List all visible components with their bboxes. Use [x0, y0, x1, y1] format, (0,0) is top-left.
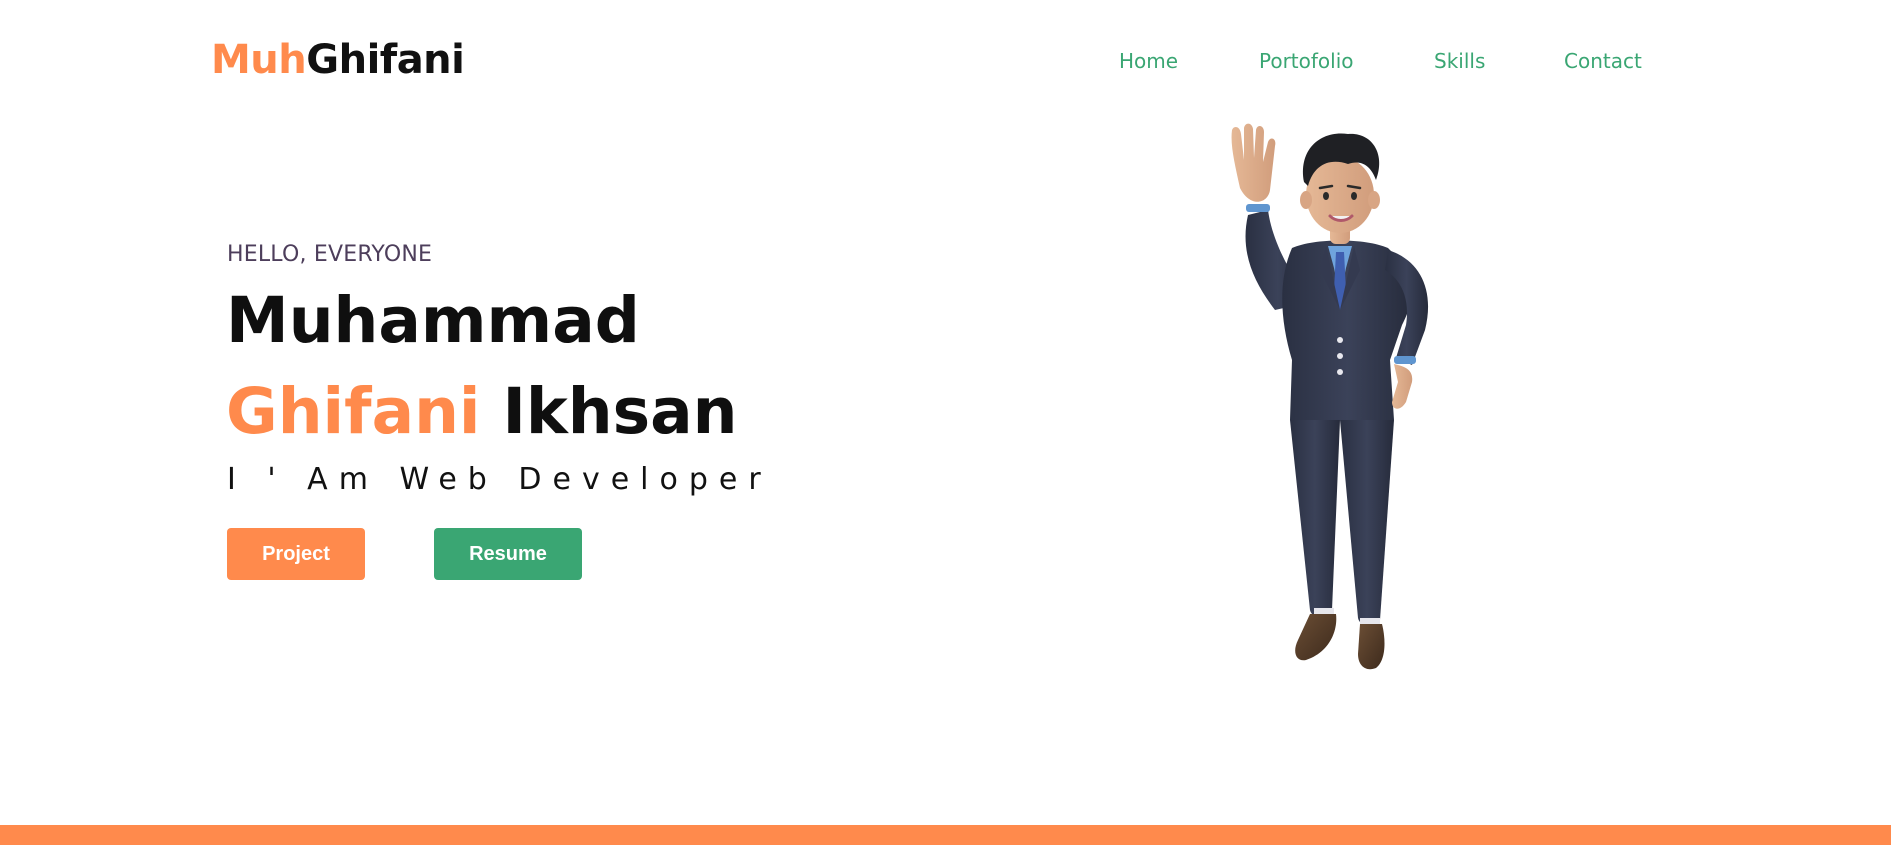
hero-greeting: HELLO, EVERYONE: [227, 242, 433, 267]
waving-businessman-illustration: [1231, 123, 1429, 670]
resume-button[interactable]: Resume: [434, 528, 582, 580]
nav-skills-link[interactable]: Skills: [1434, 46, 1485, 76]
nav-portofolio-link[interactable]: Portofolio: [1259, 46, 1354, 76]
hero-name-rest: Ikhsan: [502, 375, 738, 448]
hero-name-second: Ghifani Ikhsan: [226, 374, 738, 450]
hero-name-accent: Ghifani: [226, 375, 481, 448]
waving-hand-icon: [1231, 123, 1276, 212]
nav-contact-link[interactable]: Contact: [1564, 46, 1642, 76]
project-button[interactable]: Project: [227, 528, 365, 580]
main-nav: Home Portofolio Skills Contact: [0, 46, 1891, 76]
hero-role-text: I ' Am Web Developer: [227, 462, 772, 497]
landing-page: MuhGhifani Home Portofolio Skills Contac…: [0, 0, 1891, 845]
nav-home-link[interactable]: Home: [1119, 46, 1178, 76]
hero-name-first: Muhammad: [226, 284, 640, 357]
bottom-accent-bar: [0, 825, 1891, 845]
